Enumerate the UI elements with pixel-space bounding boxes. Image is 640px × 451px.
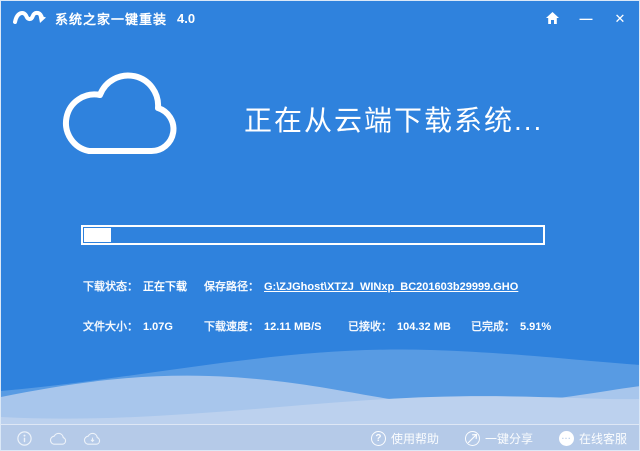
- share-icon: [464, 431, 480, 446]
- stat-received: 已接收： 104.32 MB: [348, 318, 451, 334]
- home-button[interactable]: [543, 12, 561, 24]
- cloud-download-illustration: [59, 63, 189, 168]
- stat-label: 文件大小：: [83, 321, 138, 333]
- stat-file-size: 文件大小： 1.07G: [83, 318, 173, 334]
- progress-bar-fill: [84, 228, 112, 242]
- stat-value: 正在下载: [143, 281, 187, 293]
- chat-icon: ···: [558, 431, 574, 446]
- customer-service-label: 在线客服: [578, 432, 627, 446]
- app-logo-icon: [13, 10, 46, 24]
- wave-decoration: [1, 349, 639, 424]
- help-link[interactable]: ? 使用帮助: [370, 430, 439, 447]
- footer-left-icons: [15, 431, 102, 446]
- help-label: 使用帮助: [390, 432, 439, 446]
- footer-links: ? 使用帮助 一键分享 ··· 在线客服: [370, 430, 627, 447]
- download-heading: 正在从云端下载系统...: [244, 105, 544, 136]
- stat-label: 已接收：: [348, 321, 392, 333]
- cloud-icon: [62, 72, 177, 155]
- close-button[interactable]: ✕: [611, 12, 629, 25]
- app-window: 系统之家一键重装 4.0 — ✕ 正在从云端下载系统... 下载状态： 正在下载 …: [0, 0, 640, 451]
- share-link[interactable]: 一键分享: [464, 430, 533, 447]
- stat-value: 5.91%: [520, 321, 552, 333]
- info-icon[interactable]: [15, 431, 34, 446]
- stat-value: 104.32 MB: [397, 321, 451, 333]
- stat-value: 12.11 MB/S: [264, 321, 322, 333]
- stat-label: 下载状态：: [83, 281, 138, 293]
- app-version: 4.0: [177, 10, 196, 26]
- stat-download-status: 下载状态： 正在下载: [83, 278, 187, 294]
- share-label: 一键分享: [484, 432, 533, 446]
- customer-service-link[interactable]: ··· 在线客服: [558, 430, 627, 447]
- stat-completed: 已完成： 5.91%: [471, 318, 551, 334]
- footer-bar: ? 使用帮助 一键分享 ··· 在线客服: [1, 424, 639, 450]
- progress-bar: [81, 225, 545, 245]
- minimize-button[interactable]: —: [577, 12, 595, 25]
- app-title: 系统之家一键重装: [55, 11, 168, 27]
- titlebar: 系统之家一键重装 4.0 — ✕: [1, 1, 639, 35]
- cloud-icon[interactable]: [49, 431, 68, 446]
- help-icon: ?: [370, 431, 386, 446]
- window-controls: — ✕: [543, 12, 629, 25]
- stat-download-speed: 下载速度： 12.11 MB/S: [204, 318, 321, 334]
- stat-label: 保存路径：: [204, 281, 259, 293]
- save-path-link[interactable]: G:\ZJGhost\XTZJ_WINxp_BC201603b29999.GHO: [264, 281, 518, 293]
- cloud-download-icon[interactable]: [83, 431, 102, 446]
- stat-value: 1.07G: [143, 321, 173, 333]
- stat-label: 已完成：: [471, 321, 515, 333]
- stat-label: 下载速度：: [204, 321, 259, 333]
- stat-save-path: 保存路径： G:\ZJGhost\XTZJ_WINxp_BC201603b2999…: [204, 278, 518, 294]
- home-icon: [545, 12, 559, 24]
